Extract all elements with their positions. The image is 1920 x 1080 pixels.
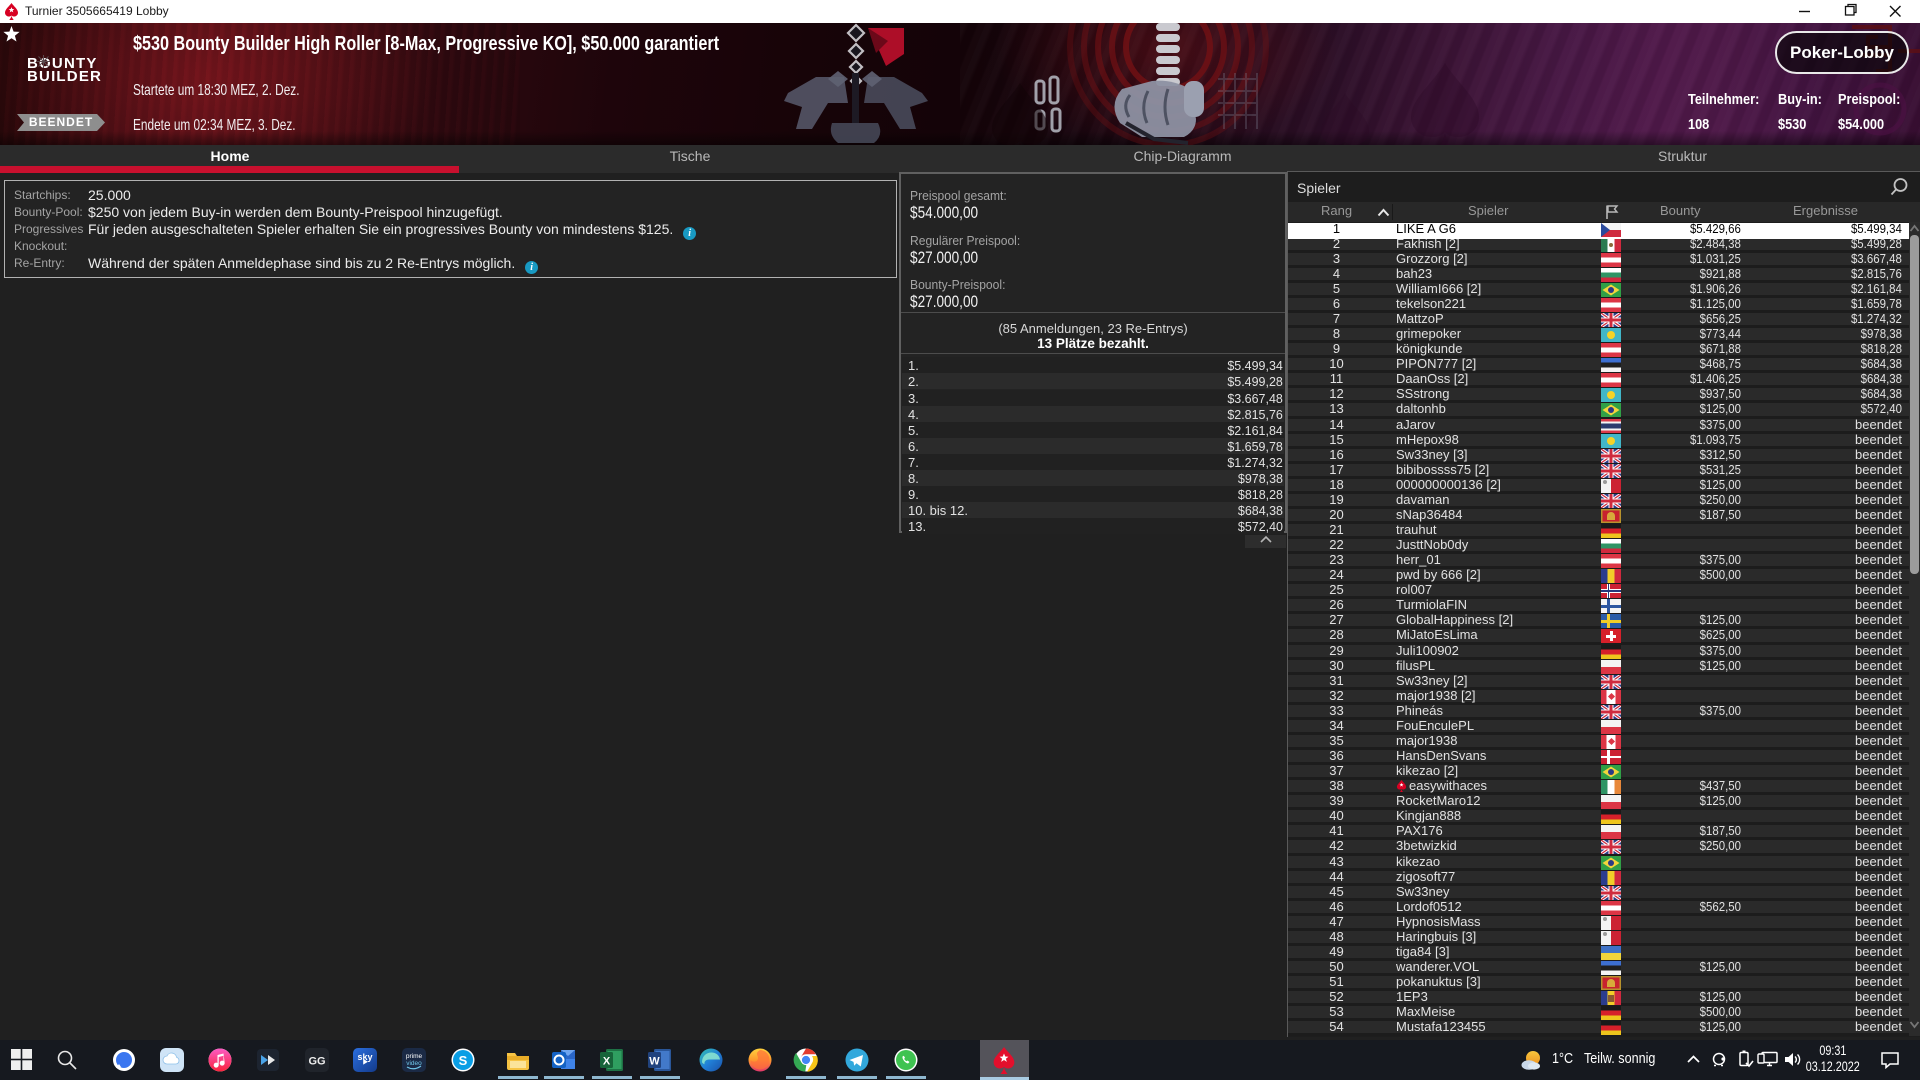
svg-text:W: W [649, 1056, 660, 1068]
svg-text:X: X [603, 1056, 611, 1068]
svg-text:prime: prime [406, 1053, 423, 1060]
svg-text:S: S [459, 1053, 468, 1068]
svg-text:GG: GG [308, 1056, 325, 1068]
svg-text:video: video [406, 1060, 422, 1067]
